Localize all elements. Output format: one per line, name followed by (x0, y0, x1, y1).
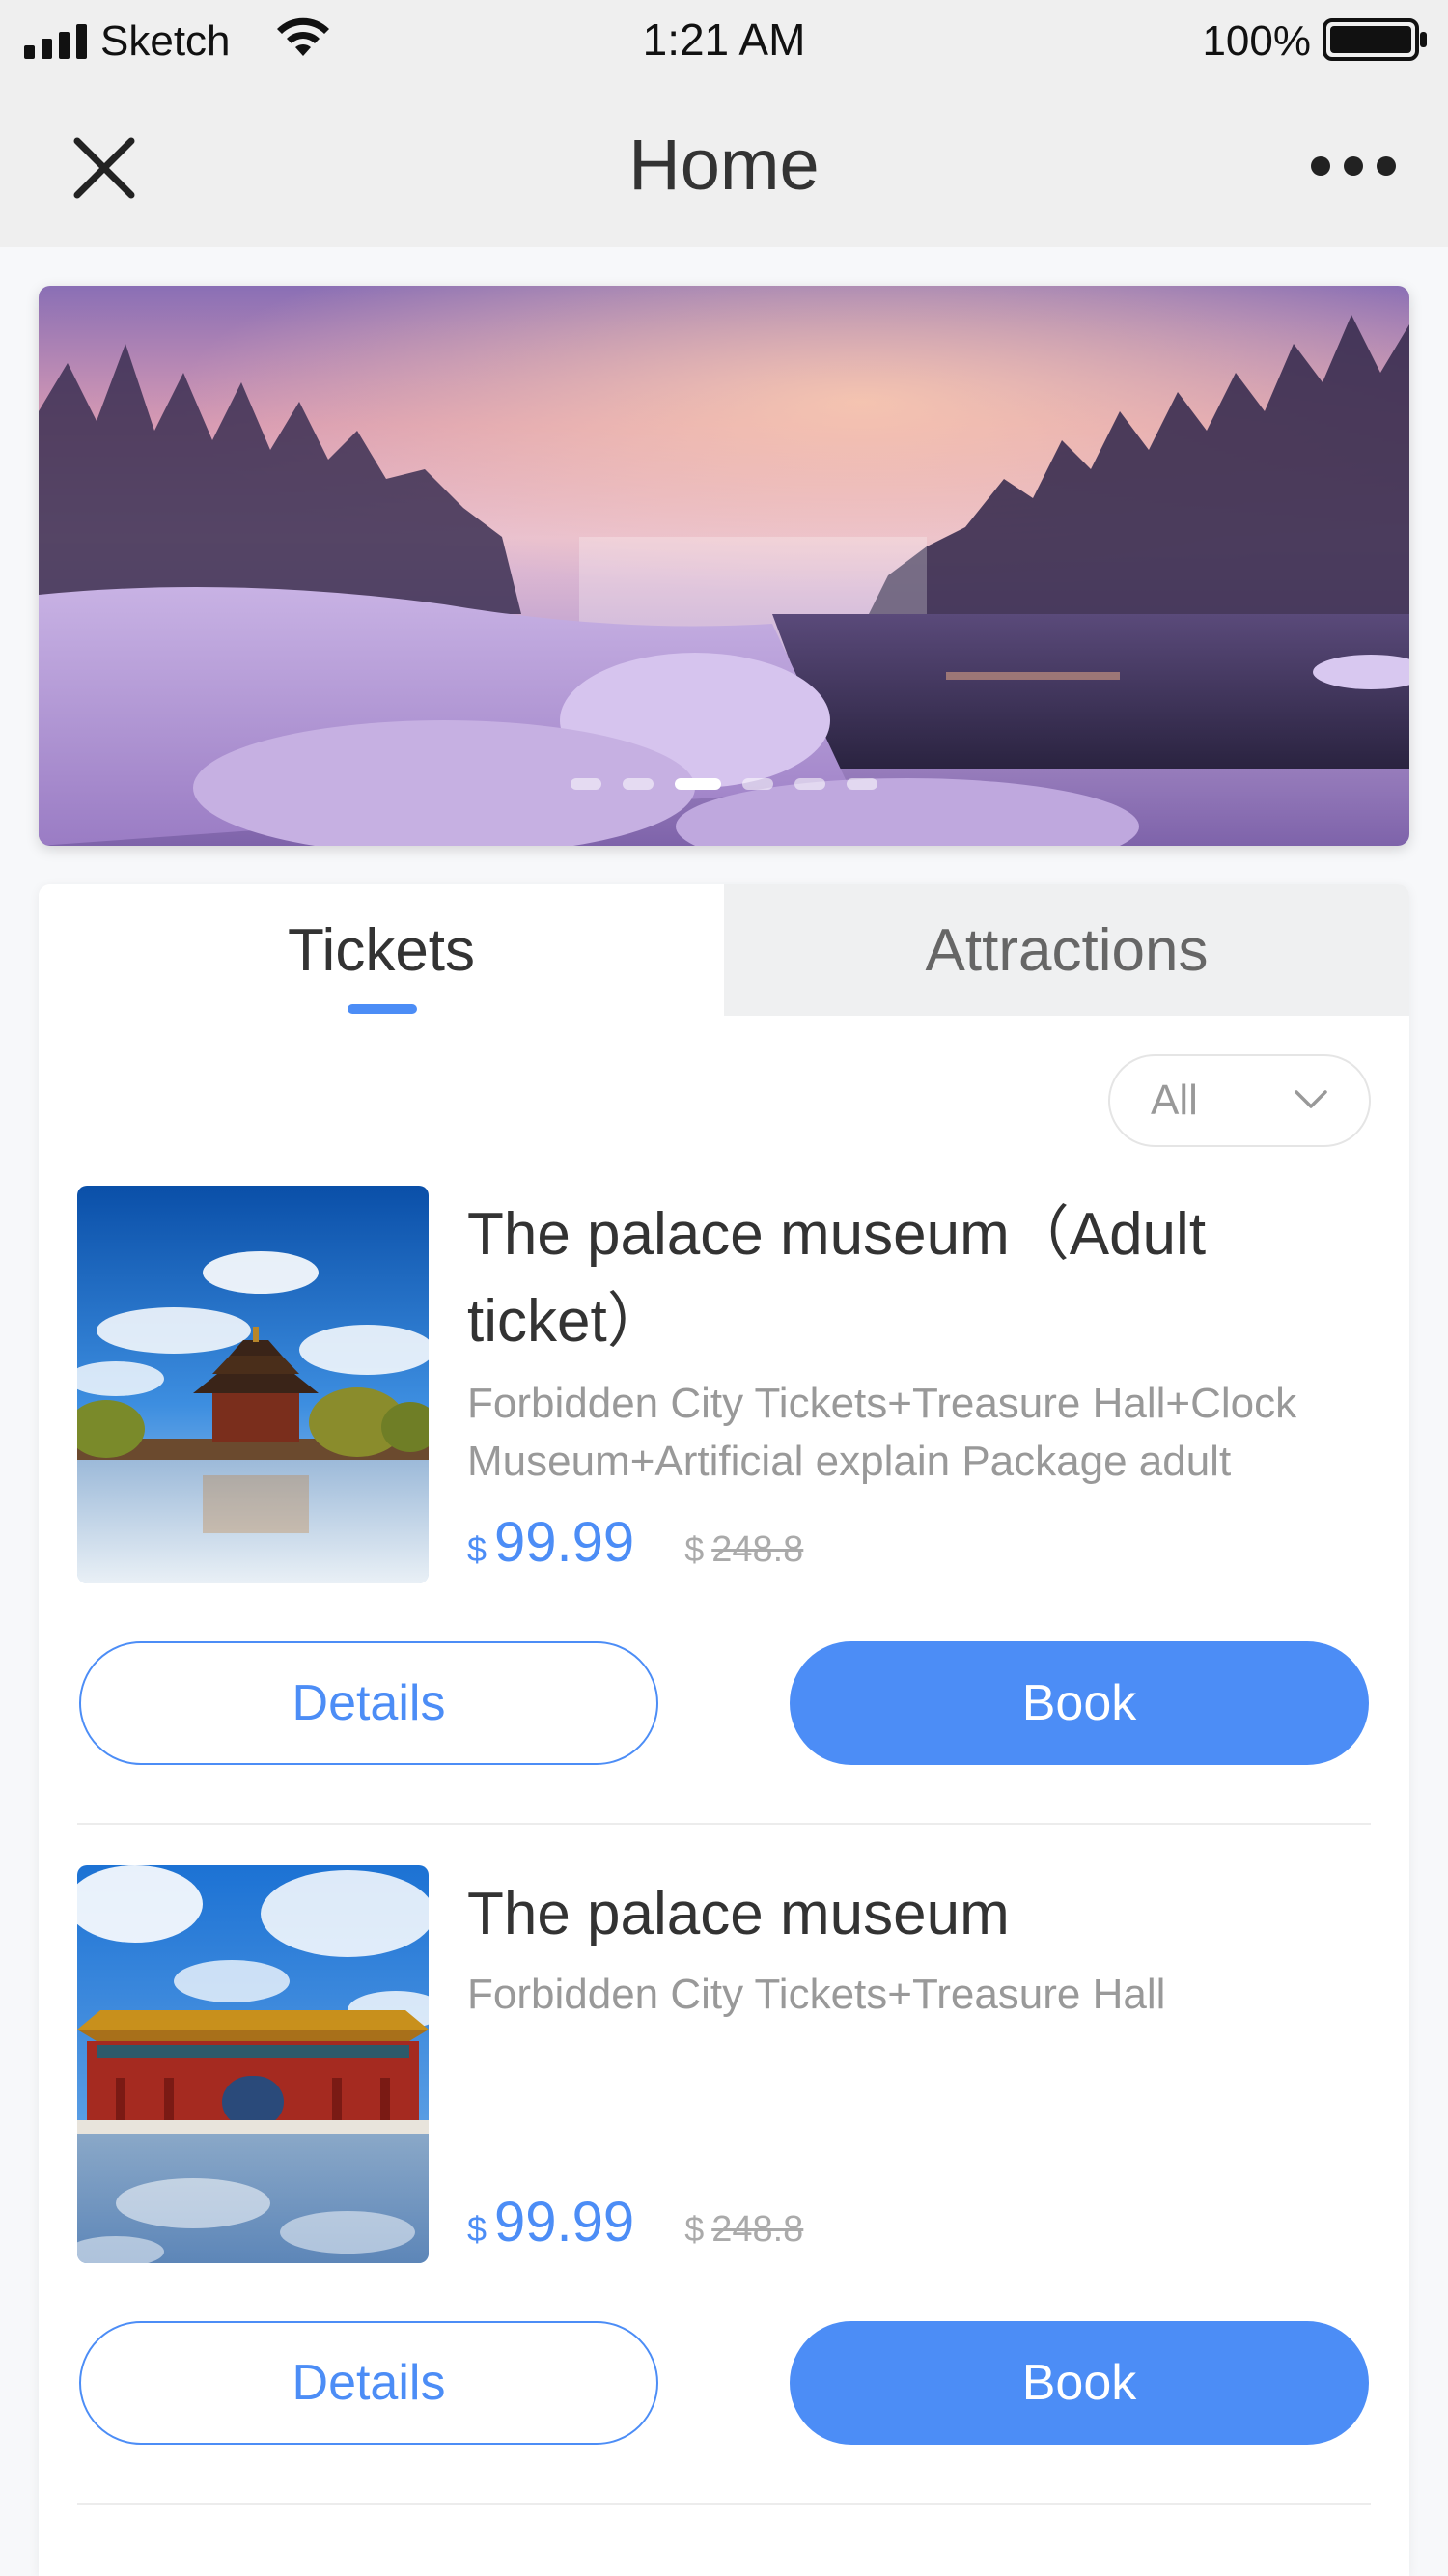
ticket-thumbnail[interactable] (77, 1865, 429, 2263)
filter-selected-value: All (1151, 1077, 1198, 1124)
chevron-down-icon (1295, 1090, 1327, 1108)
banner-image (39, 286, 1409, 846)
palace-corner-tower-image (77, 1186, 429, 1583)
carousel-dot-active[interactable] (675, 778, 721, 790)
ticket-description: Forbidden City Tickets+Treasure Hall (467, 1971, 1166, 2018)
carousel-dot[interactable] (571, 778, 601, 790)
ticket-description: Forbidden City Tickets+Treasure Hall+Clo… (467, 1380, 1297, 1485)
details-button[interactable]: Details (79, 1641, 658, 1765)
details-button[interactable]: Details (79, 2321, 658, 2445)
book-button[interactable]: Book (790, 1641, 1369, 1765)
ticket-title[interactable]: The palace museum (467, 1871, 1371, 1958)
ticket-title[interactable]: The palace museum（Adult ticket） (467, 1191, 1371, 1365)
nav-bar: Home (0, 85, 1448, 247)
price-row: $ 99.99 $ 248.8 (467, 2190, 803, 2254)
item-divider (77, 1823, 1371, 1825)
tab-active-indicator (348, 1004, 417, 1014)
carousel-dot[interactable] (623, 778, 654, 790)
ticket-thumbnail[interactable] (77, 1186, 429, 1583)
currency-symbol: $ (467, 2209, 487, 2249)
ticket-price: 99.99 (494, 2191, 635, 2254)
carousel-dots (39, 778, 1409, 790)
battery-percent: 100% (1202, 17, 1311, 65)
status-bar: Sketch 1:21 AM 100% (0, 0, 1448, 85)
palace-gate-image (77, 1865, 429, 2263)
price-row: $ 99.99 $ 248.8 (467, 1510, 803, 1575)
content-card: Tickets Attractions All The palace museu… (39, 884, 1409, 2576)
filter-dropdown[interactable]: All (1108, 1054, 1371, 1147)
carousel-dot[interactable] (847, 778, 877, 790)
tab-bar: Tickets Attractions (39, 884, 1409, 1016)
tab-attractions[interactable]: Attractions (724, 884, 1409, 1016)
carousel-dot[interactable] (742, 778, 773, 790)
page-title: Home (628, 125, 820, 205)
currency-symbol: $ (467, 1529, 487, 1569)
battery-icon (1323, 18, 1427, 61)
tab-tickets[interactable]: Tickets (39, 884, 724, 1016)
carousel-dot[interactable] (794, 778, 825, 790)
book-button[interactable]: Book (790, 2321, 1369, 2445)
ticket-price: 99.99 (494, 1511, 635, 1574)
old-currency-symbol: $ (684, 2209, 705, 2249)
item-divider (77, 2503, 1371, 2505)
banner-carousel[interactable] (39, 286, 1409, 846)
more-dots-icon[interactable] (1309, 149, 1398, 183)
ticket-original-price: 248.8 (711, 1529, 804, 1570)
old-currency-symbol: $ (684, 1529, 705, 1569)
ticket-original-price: 248.8 (711, 2209, 804, 2250)
